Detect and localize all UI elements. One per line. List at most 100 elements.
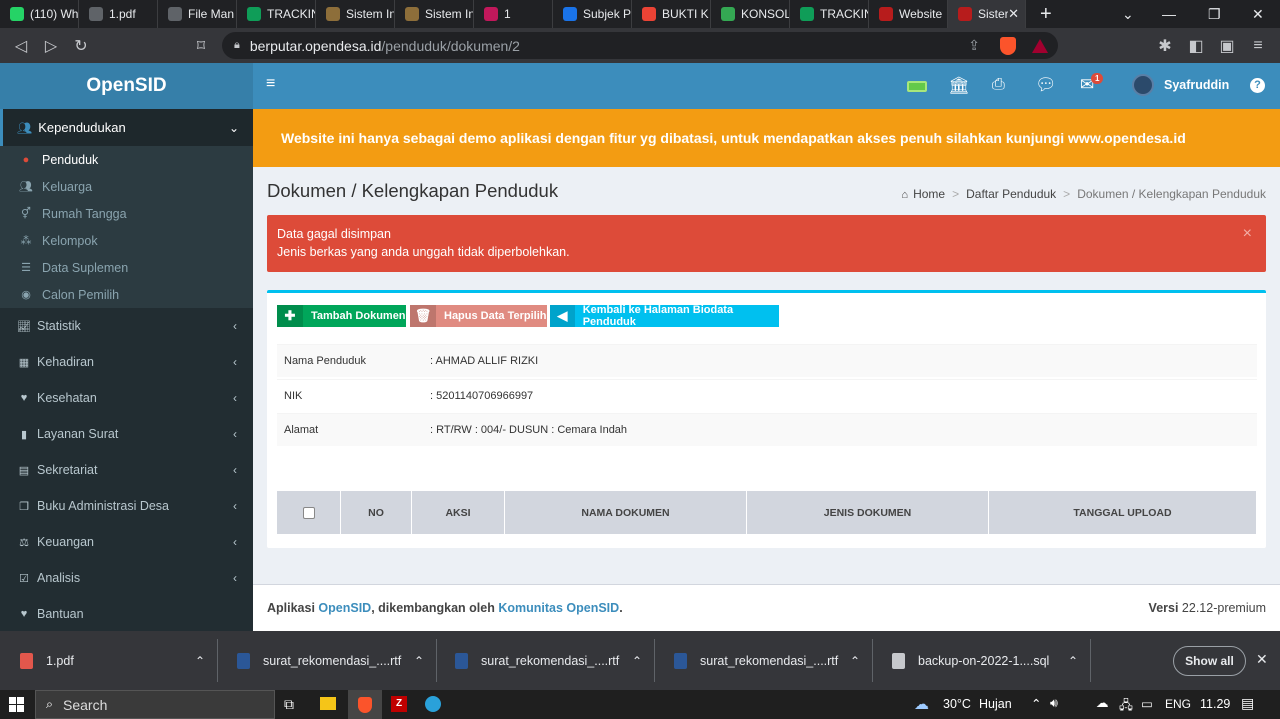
download-item[interactable]: surat_rekomendasi_....rtf bbox=[237, 631, 401, 690]
breadcrumb-home[interactable]: Home bbox=[913, 187, 945, 201]
sidebar-item-layanan-surat[interactable]: ▮ Layanan Surat ‹ bbox=[0, 416, 253, 452]
download-options-chevron-icon[interactable]: ⌃ bbox=[1068, 631, 1078, 690]
new-tab-button[interactable]: + bbox=[1040, 3, 1052, 26]
sidebar-item-statistik[interactable]: 📈︎ Statistik ‹ bbox=[0, 308, 253, 344]
browser-tab[interactable]: 1.pdf bbox=[79, 0, 158, 28]
url-field[interactable]: 🔒︎ berputar.opendesa.id/penduduk/dokumen… bbox=[222, 32, 1058, 59]
task-view-icon[interactable]: ⧉ bbox=[284, 696, 294, 713]
brave-rewards-icon[interactable] bbox=[1032, 38, 1048, 53]
reload-icon[interactable]: ↻ bbox=[66, 36, 96, 56]
footer-org-link[interactable]: Komunitas OpenSID bbox=[498, 601, 619, 615]
select-all-checkbox[interactable] bbox=[302, 506, 315, 519]
footer-app-link[interactable]: OpenSID bbox=[318, 601, 371, 615]
brand-logo[interactable]: OpenSID bbox=[0, 63, 253, 109]
telegram-icon[interactable] bbox=[425, 696, 441, 712]
maximize-icon[interactable]: ❐ bbox=[1208, 0, 1221, 28]
avatar[interactable] bbox=[1132, 74, 1154, 96]
browser-tab[interactable]: BUKTI K bbox=[632, 0, 711, 28]
column-header-no[interactable]: NO bbox=[341, 491, 412, 534]
windows-start-icon[interactable] bbox=[9, 697, 24, 712]
browser-tab[interactable]: 1 bbox=[474, 0, 553, 28]
shield-icon bbox=[879, 7, 893, 21]
column-header-tanggal-upload[interactable]: TANGGAL UPLOAD bbox=[989, 491, 1256, 534]
filezilla-icon[interactable]: Z bbox=[391, 696, 407, 712]
sidebar-item-kependudukan[interactable]: 👥︎ Kependudukan ⌄ bbox=[0, 109, 253, 146]
close-icon[interactable]: × bbox=[1243, 225, 1252, 243]
download-options-chevron-icon[interactable]: ⌃ bbox=[850, 631, 860, 690]
battery-tray-icon[interactable]: ▭ bbox=[1141, 696, 1153, 711]
menu-icon[interactable]: ≡ bbox=[1243, 37, 1273, 55]
network-icon[interactable]: 🖧 bbox=[1119, 696, 1133, 717]
column-header-jenis-dokumen[interactable]: JENIS DOKUMEN bbox=[747, 491, 989, 534]
notification-icon[interactable]: ▤ bbox=[1241, 695, 1254, 712]
sidebar-subitem-data-suplemen[interactable]: ☰ Data Suplemen bbox=[0, 254, 253, 281]
download-options-chevron-icon[interactable]: ⌃ bbox=[414, 631, 424, 690]
sidebar-item-analisis[interactable]: ☑ Analisis ‹ bbox=[0, 560, 253, 596]
add-document-button[interactable]: ✚ Tambah Dokumen bbox=[277, 305, 406, 327]
browser-tab[interactable]: Subjek P bbox=[553, 0, 632, 28]
browser-tab[interactable]: Website bbox=[869, 0, 948, 28]
breadcrumb-daftar-penduduk[interactable]: Daftar Penduduk bbox=[966, 187, 1056, 201]
sidebar-item-kehadiran[interactable]: ▦ Kehadiran ‹ bbox=[0, 344, 253, 380]
wallet-icon[interactable]: ▣ bbox=[1212, 36, 1242, 56]
close-window-icon[interactable]: ✕ bbox=[1252, 0, 1264, 28]
download-item[interactable]: surat_rekomendasi_....rtf bbox=[455, 631, 619, 690]
download-options-chevron-icon[interactable]: ⌃ bbox=[632, 631, 642, 690]
shield-icon bbox=[958, 7, 972, 21]
back-icon[interactable]: ◁ bbox=[6, 36, 36, 56]
user-name[interactable]: Syafruddin bbox=[1164, 78, 1229, 92]
cloud-icon[interactable]: ☁ bbox=[1096, 695, 1109, 710]
language-indicator[interactable]: ENG bbox=[1165, 697, 1191, 711]
close-tab-icon[interactable]: ✕ bbox=[1008, 6, 1019, 22]
sidebar-subitem-calon-pemilih[interactable]: ◉ Calon Pemilih bbox=[0, 281, 253, 308]
sidebar-item-keuangan[interactable]: ⚖ Keuangan ‹ bbox=[0, 524, 253, 560]
download-item[interactable]: surat_rekomendasi_....rtf bbox=[674, 631, 838, 690]
forward-icon[interactable]: ▷ bbox=[36, 36, 66, 56]
browser-tab[interactable]: TRACKIN bbox=[790, 0, 869, 28]
browser-tab[interactable]: File Man bbox=[158, 0, 237, 28]
browser-tab[interactable]: Sister ✕ bbox=[948, 0, 1026, 28]
extensions-icon[interactable]: ✱ bbox=[1150, 36, 1180, 56]
tab-search-icon[interactable]: ⌄ bbox=[1122, 0, 1134, 28]
show-all-button[interactable]: Show all bbox=[1173, 646, 1246, 676]
chat-icon[interactable]: 💬︎ bbox=[1035, 75, 1057, 95]
help-icon[interactable]: ? bbox=[1250, 78, 1265, 93]
weather-desc[interactable]: Hujan bbox=[979, 697, 1012, 711]
bookmark-icon[interactable]: ⌑ bbox=[186, 36, 216, 56]
sidebar-subitem-penduduk[interactable]: ● Penduduk bbox=[0, 146, 253, 173]
sidebar-item-bantuan[interactable]: ♥ Bantuan bbox=[0, 596, 253, 632]
bank-icon[interactable]: 🏛︎ bbox=[948, 76, 970, 96]
column-header-nama-dokumen[interactable]: NAMA DOKUMEN bbox=[505, 491, 747, 534]
browser-tab[interactable]: (110) Wh bbox=[0, 0, 79, 28]
brave-taskbar-icon[interactable] bbox=[348, 690, 382, 719]
share-icon[interactable]: ⇪ bbox=[968, 37, 980, 54]
tray-chevron-up-icon[interactable]: ⌃ bbox=[1031, 696, 1041, 711]
browser-tab[interactable]: Sistem In bbox=[316, 0, 395, 28]
download-item[interactable]: backup-on-2022-1....sql bbox=[892, 631, 1049, 690]
sidebar-subitem-rumah-tangga[interactable]: ⚥ Rumah Tangga bbox=[0, 200, 253, 227]
hamburger-icon[interactable]: ≡ bbox=[266, 75, 275, 93]
sidebar-toggle-icon[interactable]: ◧ bbox=[1181, 36, 1211, 56]
browser-tab[interactable]: Sistem In bbox=[395, 0, 474, 28]
download-options-chevron-icon[interactable]: ⌃ bbox=[195, 631, 205, 690]
brave-shield-icon[interactable] bbox=[1000, 36, 1016, 55]
delete-selected-button[interactable]: 🗑︎ Hapus Data Terpilih bbox=[410, 305, 547, 327]
sidebar-subitem-kelompok[interactable]: ⁂ Kelompok bbox=[0, 227, 253, 254]
browser-tab[interactable]: TRACKIN bbox=[237, 0, 316, 28]
clock[interactable]: 11.29 bbox=[1200, 697, 1230, 711]
download-item[interactable]: 1.pdf bbox=[20, 631, 74, 690]
sidebar-item-sekretariat[interactable]: ▤ Sekretariat ‹ bbox=[0, 452, 253, 488]
browser-tab[interactable]: KONSOL bbox=[711, 0, 790, 28]
back-to-biodata-button[interactable]: ◀ Kembali ke Halaman Biodata Penduduk bbox=[550, 304, 779, 328]
file-explorer-icon[interactable] bbox=[320, 697, 336, 710]
sidebar-subitem-keluarga[interactable]: 👥︎ Keluarga bbox=[0, 173, 253, 200]
battery-icon[interactable] bbox=[907, 81, 927, 92]
sidebar-item-kesehatan[interactable]: ♥ Kesehatan ‹ bbox=[0, 380, 253, 416]
taskbar-search[interactable]: ⌕ Search bbox=[35, 690, 275, 719]
sidebar-item-buku-administrasi-desa[interactable]: ❐ Buku Administrasi Desa ‹ bbox=[0, 488, 253, 524]
weather-temp[interactable]: 30°C bbox=[943, 697, 971, 711]
printer-icon[interactable]: ⎙ bbox=[992, 76, 1005, 94]
close-shelf-icon[interactable]: ✕ bbox=[1256, 651, 1268, 668]
volume-icon[interactable]: 🔊︎ bbox=[1050, 696, 1058, 711]
minimize-icon[interactable]: — bbox=[1162, 0, 1176, 28]
